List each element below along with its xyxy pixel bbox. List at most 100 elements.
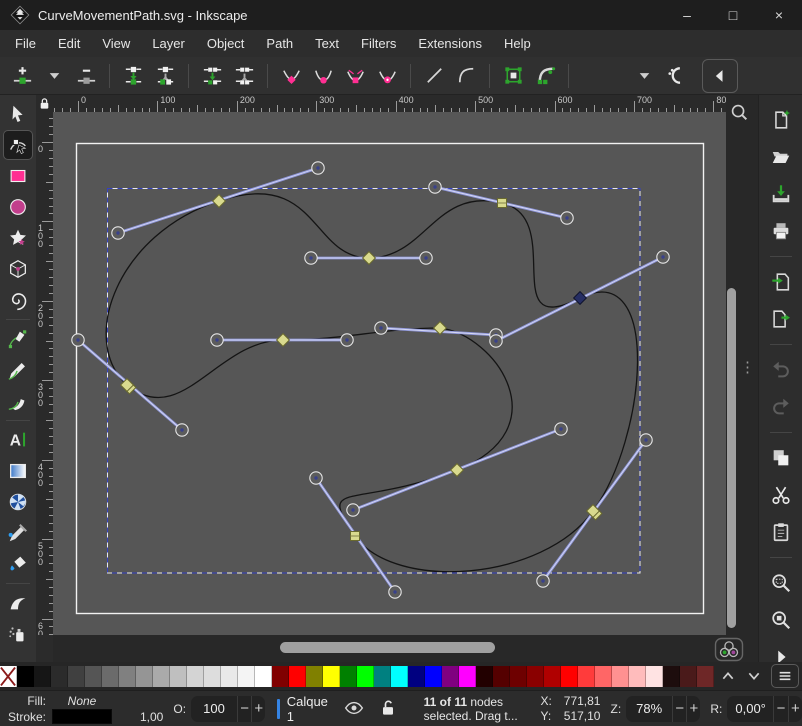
color-management-toggle[interactable] xyxy=(714,637,744,662)
menu-item-extensions[interactable]: Extensions xyxy=(407,31,493,56)
palette-swatch[interactable] xyxy=(340,666,357,687)
rotation-decrease-button[interactable]: − xyxy=(773,696,787,722)
palette-swatch[interactable] xyxy=(578,666,595,687)
tweak-tool[interactable] xyxy=(4,589,32,617)
menu-item-file[interactable]: File xyxy=(4,31,47,56)
palette-swatch[interactable] xyxy=(697,666,714,687)
box-3d-tool[interactable] xyxy=(4,255,32,283)
palette-swatch[interactable] xyxy=(289,666,306,687)
object-to-path-button[interactable] xyxy=(497,61,529,91)
text-tool[interactable]: A xyxy=(4,426,32,454)
zoom-drawing-button[interactable] xyxy=(766,607,796,633)
palette-swatch[interactable] xyxy=(663,666,680,687)
palette-swatch[interactable] xyxy=(306,666,323,687)
join-nodes-button[interactable] xyxy=(117,61,149,91)
palette-swatch[interactable] xyxy=(510,666,527,687)
maximize-button[interactable]: □ xyxy=(710,0,756,30)
palette-swatch[interactable] xyxy=(153,666,170,687)
drawing-area[interactable] xyxy=(53,112,726,635)
opacity-decrease-button[interactable]: − xyxy=(237,696,251,722)
stroke-to-path-button[interactable] xyxy=(529,61,561,91)
snapping-toggle-button[interactable] xyxy=(660,61,692,91)
stroke-width-value[interactable]: 1,00 xyxy=(140,710,163,724)
paste-button[interactable] xyxy=(766,519,796,545)
palette-swatch[interactable] xyxy=(527,666,544,687)
palette-swatch[interactable] xyxy=(255,666,272,687)
delete-segment-button[interactable] xyxy=(228,61,260,91)
zoom-increase-button[interactable]: + xyxy=(686,696,700,722)
make-line-button[interactable] xyxy=(418,61,450,91)
node-tool[interactable] xyxy=(4,131,32,159)
ellipse-tool[interactable] xyxy=(4,193,32,221)
ruler-lock-corner[interactable] xyxy=(36,95,53,112)
layer-lock-toggle[interactable] xyxy=(378,698,398,720)
menu-item-help[interactable]: Help xyxy=(493,31,542,56)
palette-swatch[interactable] xyxy=(493,666,510,687)
palette-swatch[interactable] xyxy=(544,666,561,687)
menu-item-path[interactable]: Path xyxy=(255,31,304,56)
layer-visibility-toggle[interactable] xyxy=(344,698,364,720)
menu-item-object[interactable]: Object xyxy=(196,31,256,56)
redo-button[interactable] xyxy=(766,394,796,420)
menu-item-layer[interactable]: Layer xyxy=(141,31,196,56)
undo-button[interactable] xyxy=(766,357,796,383)
palette-swatch-none[interactable] xyxy=(0,666,17,687)
spiral-tool[interactable] xyxy=(4,286,32,314)
palette-swatch[interactable] xyxy=(561,666,578,687)
spray-tool[interactable] xyxy=(4,620,32,648)
palette-swatch[interactable] xyxy=(408,666,425,687)
palette-scroll-down-button[interactable] xyxy=(741,665,767,687)
palette-swatch[interactable] xyxy=(459,666,476,687)
palette-swatch[interactable] xyxy=(595,666,612,687)
cut-button[interactable] xyxy=(766,482,796,508)
save-document-button[interactable] xyxy=(766,181,796,207)
smooth-node-button[interactable] xyxy=(307,61,339,91)
paint-bucket-tool[interactable] xyxy=(4,550,32,578)
make-curve-button[interactable] xyxy=(450,61,482,91)
rotation-value[interactable]: 0,00° xyxy=(727,701,773,716)
join-with-segment-button[interactable] xyxy=(196,61,228,91)
rotation-increase-button[interactable]: + xyxy=(788,696,802,722)
calligraphy-tool[interactable] xyxy=(4,387,32,415)
coords-menu-caret[interactable] xyxy=(628,61,660,91)
new-document-button[interactable] xyxy=(766,107,796,133)
menu-item-view[interactable]: View xyxy=(91,31,141,56)
canvas[interactable] xyxy=(53,112,726,635)
zoom-value[interactable]: 78% xyxy=(626,701,672,716)
menu-item-text[interactable]: Text xyxy=(304,31,350,56)
quick-zoom-icon[interactable] xyxy=(728,101,750,123)
horizontal-ruler[interactable]: 0100200300400500600700800 xyxy=(53,95,726,112)
palette-swatch[interactable] xyxy=(272,666,289,687)
insert-node-button[interactable] xyxy=(6,61,38,91)
palette-swatch[interactable] xyxy=(68,666,85,687)
palette-swatch[interactable] xyxy=(391,666,408,687)
rectangle-tool[interactable] xyxy=(4,162,32,190)
panel-resize-handle[interactable]: ⋮ xyxy=(740,363,755,372)
palette-swatch[interactable] xyxy=(102,666,119,687)
current-layer-name[interactable]: Calque 1 xyxy=(287,694,330,724)
import-button[interactable] xyxy=(766,269,796,295)
zoom-selection-button[interactable] xyxy=(766,570,796,596)
palette-swatch[interactable] xyxy=(357,666,374,687)
stroke-color-swatch[interactable] xyxy=(52,709,112,724)
palette-swatch[interactable] xyxy=(170,666,187,687)
dropper-tool[interactable] xyxy=(4,519,32,547)
palette-swatch[interactable] xyxy=(17,666,34,687)
palette-swatch[interactable] xyxy=(238,666,255,687)
gradient-tool[interactable] xyxy=(4,457,32,485)
palette-scroll-up-button[interactable] xyxy=(715,665,741,687)
pen-tool[interactable] xyxy=(4,325,32,353)
horizontal-scrollbar[interactable] xyxy=(280,642,495,653)
star-tool[interactable] xyxy=(4,224,32,252)
collapse-panel-button[interactable] xyxy=(702,59,738,93)
open-document-button[interactable] xyxy=(766,144,796,170)
opacity-increase-button[interactable]: + xyxy=(251,696,265,722)
palette-swatch[interactable] xyxy=(612,666,629,687)
palette-swatch[interactable] xyxy=(323,666,340,687)
palette-swatch[interactable] xyxy=(51,666,68,687)
palette-swatch[interactable] xyxy=(204,666,221,687)
palette-swatch[interactable] xyxy=(629,666,646,687)
palette-swatch[interactable] xyxy=(34,666,51,687)
break-nodes-button[interactable] xyxy=(149,61,181,91)
palette-swatch[interactable] xyxy=(680,666,697,687)
